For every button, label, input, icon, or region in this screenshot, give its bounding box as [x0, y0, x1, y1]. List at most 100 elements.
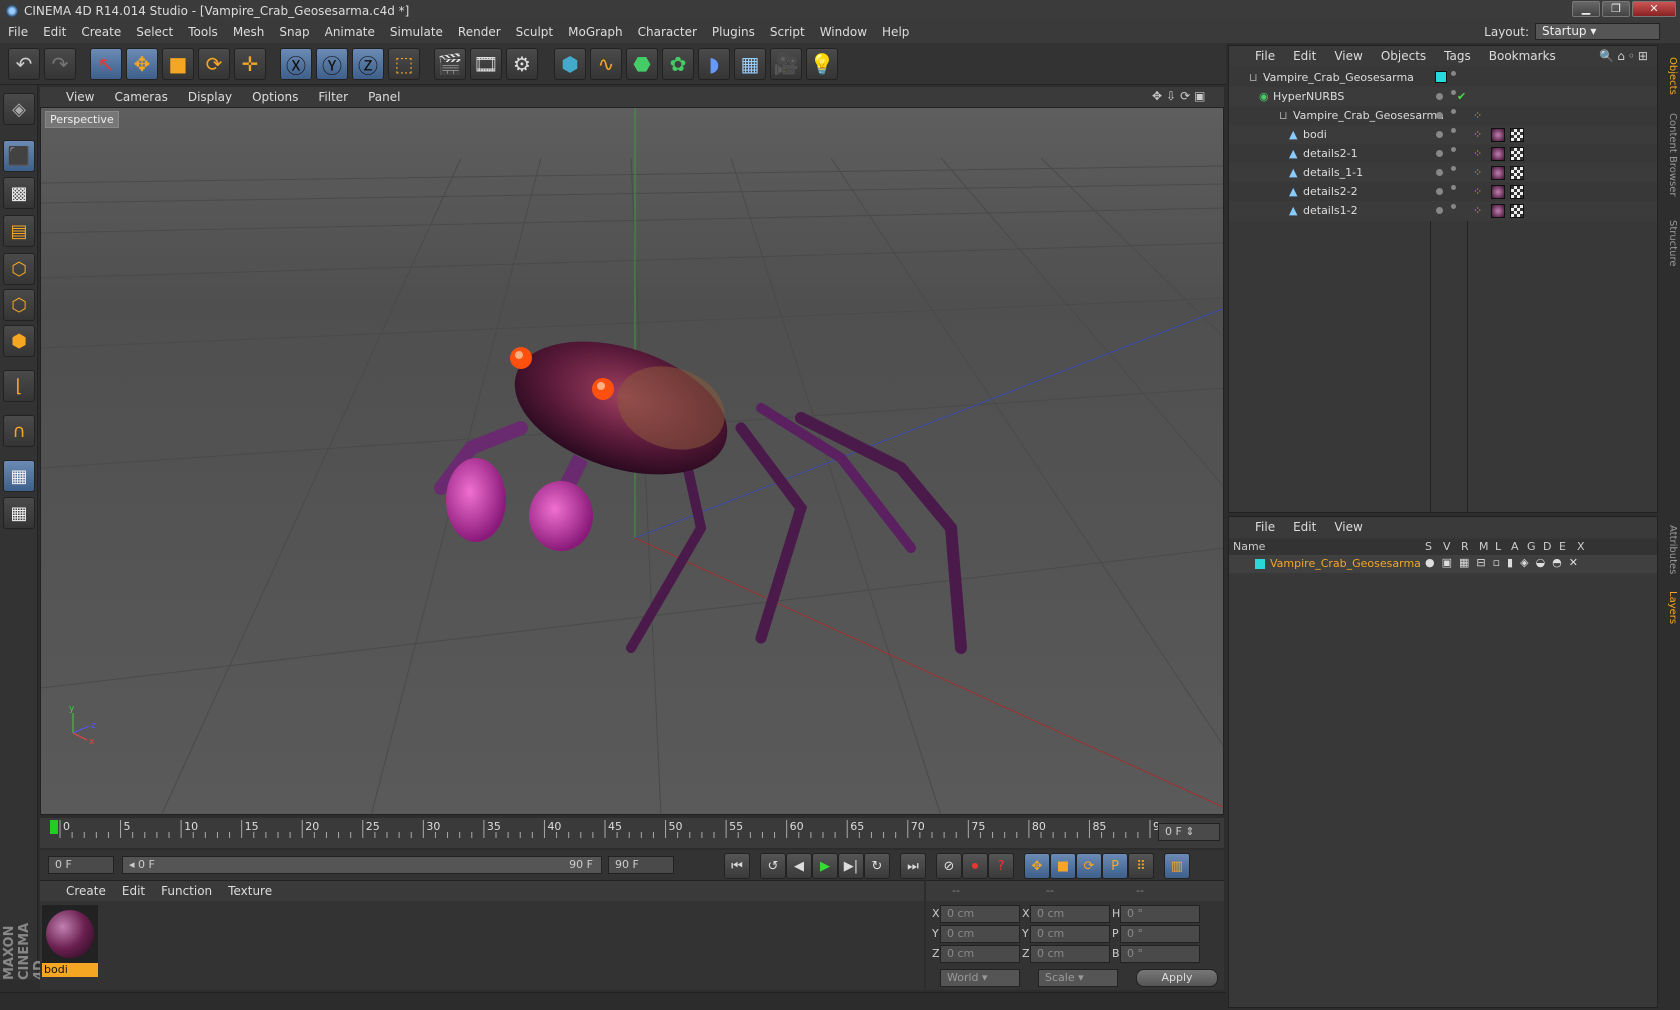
menu-sculpt[interactable]: Sculpt	[516, 25, 553, 39]
menu-character[interactable]: Character	[638, 25, 697, 39]
menu-help[interactable]: Help	[882, 25, 909, 39]
record-icon[interactable]: ⏺	[962, 853, 988, 879]
planar-workplane-icon[interactable]: ▦	[3, 497, 35, 529]
render-dot[interactable]	[1451, 204, 1456, 209]
coord-value-field[interactable]: 0 cm	[1030, 945, 1110, 963]
coord-value-field[interactable]: 0 cm	[940, 905, 1020, 923]
render-dot[interactable]	[1451, 166, 1456, 171]
layer-column-header[interactable]: S	[1425, 540, 1432, 553]
object-name[interactable]: details_1-1	[1303, 166, 1363, 179]
object-name[interactable]: details2-2	[1303, 185, 1358, 198]
coord-value-field[interactable]: 0 °	[1120, 945, 1200, 963]
material-menu-create[interactable]: Create	[66, 884, 106, 898]
object-menu-objects[interactable]: Objects	[1381, 49, 1426, 63]
material-tag-icon[interactable]	[1491, 166, 1505, 180]
viewport-menu-options[interactable]: Options	[252, 90, 298, 104]
object-row[interactable]: ▲ bodi ⁘	[1229, 125, 1657, 145]
viewport-menu-display[interactable]: Display	[188, 90, 232, 104]
menu-window[interactable]: Window	[820, 25, 867, 39]
current-frame-field[interactable]: 0 F ⇕	[1158, 823, 1220, 841]
axis-mode-icon[interactable]: ⌊	[3, 370, 35, 402]
redo-icon[interactable]: ↷	[44, 48, 76, 80]
object-row[interactable]: ▲ details_1-1 ⁘	[1229, 163, 1657, 183]
rotate-icon[interactable]: ⟳	[198, 48, 230, 80]
recent-tools-icon[interactable]: ✛	[234, 48, 266, 80]
coord-value-field[interactable]: 0 cm	[1030, 925, 1110, 943]
move-icon[interactable]: ✥	[126, 48, 158, 80]
layer-column-header[interactable]: V	[1443, 540, 1451, 553]
live-selection-icon[interactable]: ↖	[90, 48, 122, 80]
menu-snap[interactable]: Snap	[279, 25, 309, 39]
layer-color-tag[interactable]	[1435, 71, 1447, 83]
visibility-dot[interactable]	[1436, 207, 1443, 214]
phong-tag-icon[interactable]: ⁘	[1473, 147, 1482, 160]
polygons-mode-icon[interactable]: ⬢	[3, 325, 35, 357]
render-dot[interactable]	[1451, 90, 1456, 95]
uvw-tag-icon[interactable]	[1510, 204, 1524, 218]
nurbs-icon[interactable]: ⬣	[626, 48, 658, 80]
render-settings-icon[interactable]: ⚙	[506, 48, 538, 80]
visibility-dot[interactable]	[1436, 112, 1443, 119]
object-name[interactable]: Vampire_Crab_Geosesarma	[1263, 71, 1414, 84]
layer-column-header[interactable]: L	[1495, 540, 1501, 553]
object-row[interactable]: ⊔ Vampire_Crab_Geosesarma	[1229, 68, 1657, 88]
object-row[interactable]: ▲ details1-2 ⁘	[1229, 201, 1657, 221]
layer-column-header[interactable]: E	[1559, 540, 1566, 553]
layer-column-header[interactable]: A	[1511, 540, 1519, 553]
viewport-menu-cameras[interactable]: Cameras	[114, 90, 167, 104]
object-row[interactable]: ▲ details2-2 ⁘	[1229, 182, 1657, 202]
object-row[interactable]: ⊔ Vampire_Crab_Geosesarma ⁘	[1229, 106, 1657, 126]
texture-mode-icon[interactable]: ▩	[3, 177, 35, 209]
object-name[interactable]: details1-2	[1303, 204, 1358, 217]
material-bodi[interactable]: bodi	[42, 905, 98, 977]
visibility-dot[interactable]	[1436, 150, 1443, 157]
frame-range-slider[interactable]: ◂ 0 F 90 F	[122, 856, 602, 874]
points-mode-icon[interactable]: ⬡	[3, 253, 35, 285]
render-dot[interactable]	[1451, 71, 1456, 76]
render-view-icon[interactable]: 🎬	[434, 48, 466, 80]
timeline-window-icon[interactable]: ▥	[1164, 853, 1190, 879]
menu-select[interactable]: Select	[136, 25, 173, 39]
material-menu-function[interactable]: Function	[161, 884, 212, 898]
layer-column-header[interactable]: G	[1527, 540, 1536, 553]
object-name[interactable]: Vampire_Crab_Geosesarma	[1293, 109, 1444, 122]
menu-create[interactable]: Create	[81, 25, 121, 39]
viewport-menu-panel[interactable]: Panel	[368, 90, 400, 104]
autokey-icon[interactable]: ?	[988, 853, 1014, 879]
layer-name[interactable]: Vampire_Crab_Geosesarma	[1270, 557, 1421, 570]
object-menu-file[interactable]: File	[1255, 49, 1275, 63]
deformer-icon[interactable]: ◗	[698, 48, 730, 80]
key-rotation-icon[interactable]: ⟳	[1076, 853, 1102, 879]
layout-dropdown[interactable]: Startup ▾	[1535, 23, 1660, 40]
goto-end-icon[interactable]: ⏭	[900, 853, 926, 879]
layer-column-header[interactable]: R	[1461, 540, 1469, 553]
visibility-dot[interactable]	[1436, 169, 1443, 176]
cube-primitive-icon[interactable]: ⬢	[554, 48, 586, 80]
locked-workplane-icon[interactable]: ▦	[3, 460, 35, 492]
uvw-tag-icon[interactable]	[1510, 128, 1524, 142]
snap-magnet-icon[interactable]: ∩	[3, 415, 35, 447]
apply-button[interactable]: Apply	[1136, 969, 1218, 987]
coordinate-system-icon[interactable]: ⬚	[388, 48, 420, 80]
layer-row[interactable]: Vampire_Crab_Geosesarma ●▣▦⊟▫▮◈◒◓✕	[1229, 555, 1657, 573]
phong-tag-icon[interactable]: ⁘	[1473, 128, 1482, 141]
material-menu-texture[interactable]: Texture	[228, 884, 272, 898]
tab-content-browser[interactable]: Content Browser	[1660, 105, 1678, 205]
x-axis-icon[interactable]: Ⓧ	[280, 48, 312, 80]
key-position-icon[interactable]: ✥	[1024, 853, 1050, 879]
object-name[interactable]: details2-1	[1303, 147, 1358, 160]
tab-objects[interactable]: Objects	[1660, 51, 1678, 101]
menu-plugins[interactable]: Plugins	[712, 25, 755, 39]
light-icon[interactable]: 💡	[806, 48, 838, 80]
key-pla-icon[interactable]: ⠿	[1128, 853, 1154, 879]
visibility-dot[interactable]	[1436, 131, 1443, 138]
menu-edit[interactable]: Edit	[43, 25, 66, 39]
spline-pen-icon[interactable]: ∿	[590, 48, 622, 80]
menu-simulate[interactable]: Simulate	[390, 25, 443, 39]
floor-icon[interactable]: ▦	[734, 48, 766, 80]
minimize-button[interactable]: ▁	[1572, 1, 1600, 17]
render-dot[interactable]	[1451, 128, 1456, 133]
next-frame-icon[interactable]: ▶|	[838, 853, 864, 879]
end-frame-field[interactable]: 90 F	[608, 856, 674, 874]
record-disabled-icon[interactable]: ⊘	[936, 853, 962, 879]
